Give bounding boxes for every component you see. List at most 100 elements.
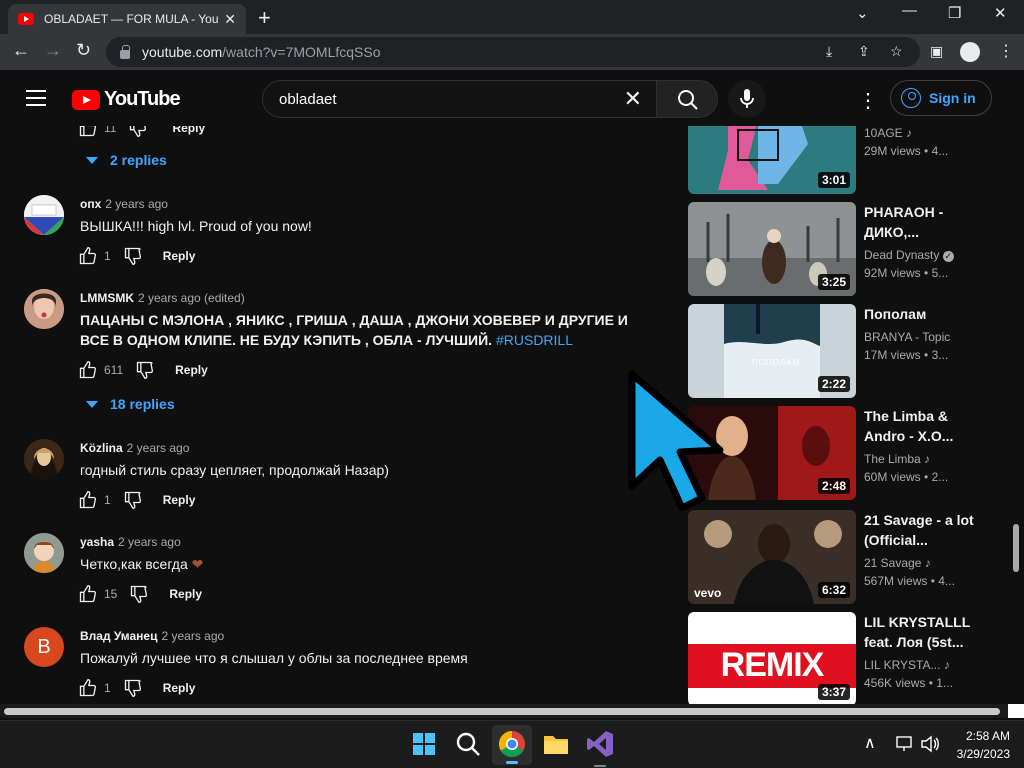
video-thumbnail[interactable]: vevo 6:32 — [688, 510, 856, 604]
search-icon[interactable] — [452, 728, 484, 760]
search-input[interactable]: obladaet ✕ — [262, 80, 656, 118]
new-tab-icon[interactable]: + — [258, 5, 271, 31]
video-card[interactable]: REMIX 3:37 LIL KRYSTALLL feat. Лоя (5st.… — [686, 612, 1006, 704]
thumbs-up-icon[interactable] — [78, 490, 98, 510]
thumbs-up-icon[interactable] — [78, 246, 98, 266]
thumbs-down-icon[interactable] — [128, 126, 148, 138]
view-replies-button[interactable]: 2 replies — [86, 152, 167, 168]
avatar[interactable] — [24, 439, 64, 479]
youtube-logo[interactable]: YouTube — [72, 88, 181, 111]
comment-author[interactable]: LMMSMK 2 years ago (edited) — [80, 291, 245, 305]
file-explorer-icon[interactable] — [540, 728, 572, 760]
vertical-scrollbar[interactable] — [1008, 126, 1024, 704]
video-channel[interactable]: LIL KRYSTA... ♪ — [864, 658, 950, 672]
thumbs-up-icon[interactable] — [78, 360, 98, 380]
profile-avatar-icon[interactable] — [960, 42, 980, 62]
video-duration: 6:32 — [817, 582, 850, 598]
comment-author[interactable]: Влад Уманец 2 years ago — [80, 629, 224, 643]
video-channel[interactable]: Dead Dynasty ✓ — [864, 248, 954, 262]
avatar[interactable] — [24, 289, 64, 329]
video-thumbnail[interactable]: REMIX 3:37 — [688, 612, 856, 704]
video-card[interactable]: 3:01 10AGE ♪ 29M views • 4... — [686, 126, 1006, 196]
address-bar[interactable]: youtube.com/watch?v=7MOMLfcqSSo — [106, 37, 920, 67]
chrome-menu-icon[interactable]: ⋮ — [998, 41, 1014, 61]
comment-text: ПАЦАНЫ С МЭЛОНА , ЯНИКС , ГРИША , ДАША ,… — [80, 310, 660, 350]
avatar[interactable] — [24, 195, 64, 235]
comment-time[interactable]: 2 years ago — [127, 441, 190, 455]
video-title[interactable]: The Limba & Andro - X.O... — [864, 406, 974, 446]
tab-close-icon[interactable]: ✕ — [224, 11, 236, 28]
clear-search-icon[interactable]: ✕ — [624, 86, 642, 112]
share-icon[interactable]: ⇪ — [858, 43, 870, 60]
video-thumbnail[interactable]: 3:01 — [688, 126, 856, 194]
video-channel[interactable]: BRANYA - Topic — [864, 330, 950, 344]
horizontal-scrollbar[interactable] — [0, 704, 1008, 718]
tab-search-icon[interactable]: ⌄ — [856, 4, 869, 22]
video-title[interactable]: LIL KRYSTALLL feat. Лоя (5st... — [864, 612, 974, 652]
thumbs-down-icon[interactable] — [135, 360, 155, 380]
comment-time[interactable]: 2 years ago — [161, 629, 224, 643]
comment-author[interactable]: опх 2 years ago — [80, 197, 168, 211]
thumbs-up-icon[interactable] — [78, 678, 98, 698]
comment-text: Пожалуй лучшее что я слышал у облы за по… — [80, 650, 468, 666]
restore-icon[interactable]: ❐ — [948, 4, 961, 22]
thumbs-down-icon[interactable] — [123, 678, 143, 698]
bookmark-star-icon[interactable]: ☆ — [890, 43, 903, 60]
forward-arrow-icon[interactable]: → — [44, 40, 62, 61]
side-panel-icon[interactable]: ▣ — [930, 43, 943, 60]
scrollbar-thumb[interactable] — [4, 708, 1000, 715]
thumbs-down-icon[interactable] — [123, 246, 143, 266]
thumbs-up-icon[interactable] — [78, 126, 98, 138]
video-title[interactable]: 21 Savage - a lot (Official... — [864, 510, 974, 550]
windows-start-icon[interactable] — [408, 728, 440, 760]
avatar[interactable] — [24, 533, 64, 573]
thumbs-up-icon[interactable] — [78, 584, 98, 604]
video-channel[interactable]: 10AGE ♪ — [864, 126, 912, 140]
comment-time[interactable]: 2 years ago — [105, 197, 168, 211]
video-channel[interactable]: The Limba ♪ — [864, 452, 930, 466]
video-thumbnail[interactable]: 3:25 — [688, 202, 856, 296]
voice-search-button[interactable] — [728, 80, 766, 118]
clock-time[interactable]: 2:58 AM — [950, 729, 1010, 743]
network-icon[interactable] — [896, 735, 914, 753]
comment-actions: 1 Reply — [78, 244, 195, 268]
sign-in-button[interactable]: Sign in — [890, 80, 992, 116]
thumbs-down-icon[interactable] — [123, 490, 143, 510]
comment-time[interactable]: 2 years ago — [118, 535, 181, 549]
clock-date[interactable]: 3/29/2023 — [950, 747, 1010, 761]
video-channel[interactable]: 21 Savage ♪ — [864, 556, 931, 570]
settings-kebab-icon[interactable]: ⋮ — [858, 88, 878, 113]
video-card[interactable]: ПОПОЛАМ 2:22 Пополам BRANYA - Topic 17M … — [686, 304, 1006, 400]
reply-button[interactable]: Reply — [163, 493, 196, 507]
hamburger-menu-icon[interactable] — [26, 90, 46, 106]
video-card[interactable]: 3:25 PHARAOH - ДИКО,... Dead Dynasty ✓ 9… — [686, 202, 1006, 298]
thumbs-down-icon[interactable] — [129, 584, 149, 604]
scrollbar-thumb[interactable] — [1013, 524, 1019, 572]
reload-icon[interactable]: ↻ — [76, 40, 91, 61]
avatar[interactable]: B — [24, 627, 64, 667]
reply-button[interactable]: Reply — [163, 249, 196, 263]
visual-studio-icon[interactable] — [584, 728, 616, 760]
browser-tab[interactable]: OBLADAET — FOR MULA - YouTube ✕ — [8, 4, 246, 34]
chrome-taskbar-button[interactable] — [492, 725, 532, 765]
search-button[interactable] — [656, 80, 718, 118]
video-card[interactable]: 2:48 The Limba & Andro - X.O... The Limb… — [686, 406, 1006, 502]
window-close-icon[interactable]: ✕ — [994, 4, 1007, 22]
view-replies-button[interactable]: 18 replies — [86, 396, 175, 412]
back-arrow-icon[interactable]: ← — [12, 40, 30, 61]
video-card[interactable]: vevo 6:32 21 Savage - a lot (Official...… — [686, 510, 1006, 606]
reply-button[interactable]: Reply — [172, 126, 205, 135]
comment-author[interactable]: Közlina 2 years ago — [80, 441, 189, 455]
comment-author[interactable]: yasha 2 years ago — [80, 535, 181, 549]
hashtag-link[interactable]: #RUSDRILL — [496, 332, 573, 348]
video-title[interactable]: PHARAOH - ДИКО,... — [864, 202, 974, 242]
reply-button[interactable]: Reply — [175, 363, 208, 377]
install-icon[interactable]: ⤓ — [826, 43, 832, 60]
volume-icon[interactable] — [920, 735, 940, 753]
video-title[interactable]: Пополам — [864, 304, 974, 324]
chevron-up-icon[interactable]: ∧ — [864, 733, 876, 753]
comment-time[interactable]: 2 years ago (edited) — [138, 291, 245, 305]
reply-button[interactable]: Reply — [163, 681, 196, 695]
minimize-icon[interactable]: — — [902, 2, 917, 19]
reply-button[interactable]: Reply — [169, 587, 202, 601]
